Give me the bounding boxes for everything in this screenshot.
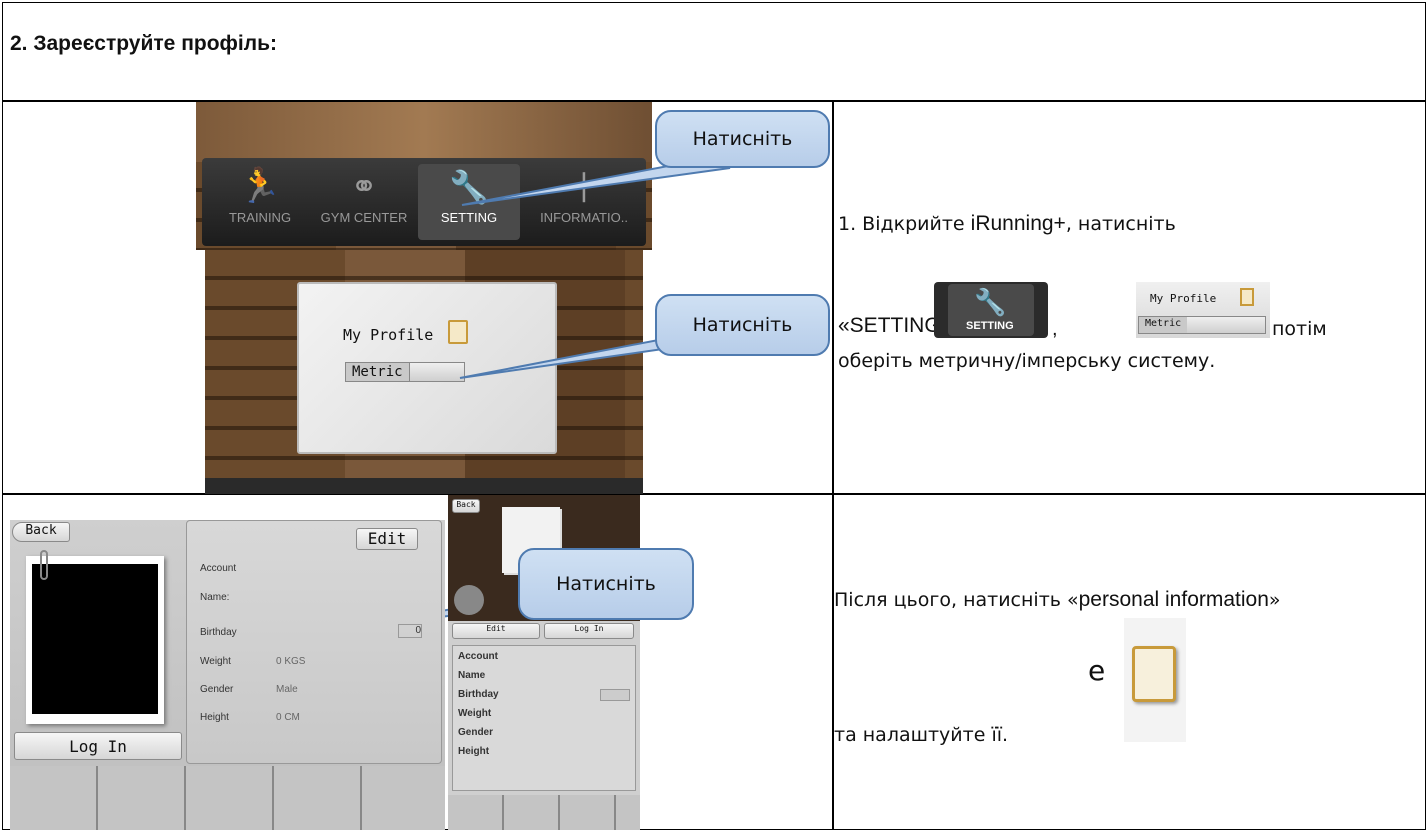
back-button[interactable]: Back: [12, 522, 70, 542]
then-word: потім: [1272, 318, 1327, 340]
personal-info-icon: [1124, 618, 1186, 742]
small-login-button[interactable]: Log In: [544, 623, 634, 639]
callout-tap-setting: Натисніть: [655, 110, 830, 168]
birthday-field[interactable]: [600, 689, 630, 701]
profile-panel: [186, 520, 442, 764]
small-screenshot: Back Edit Log In Account Name Birthday W…: [448, 495, 640, 830]
small-edit-button[interactable]: Edit: [452, 623, 540, 639]
comma: ,: [1052, 318, 1058, 340]
step1-line1: 1. Відкрийте iRunning+, натисніть: [838, 212, 1176, 235]
callout-tap-profile: Натисніть: [655, 294, 830, 356]
photo-frame[interactable]: [26, 556, 164, 724]
login-button[interactable]: Log In: [14, 732, 182, 760]
avatar: [454, 585, 484, 615]
small-back-button[interactable]: Back: [452, 499, 480, 513]
photo-placeholder: [32, 564, 158, 714]
step2-line1: Після цього, натисніть «personal informa…: [834, 588, 1281, 611]
notepad-icon: [1240, 288, 1254, 306]
profile-screenshot: Back Log In Edit Account Name: Birthday …: [10, 520, 445, 830]
profile-thumbnail: My Profile Metric: [1136, 282, 1270, 338]
setting-thumbnail: 🔧 SETTING: [934, 282, 1048, 338]
notepad-icon: [1132, 646, 1176, 702]
letter-e: е: [1088, 654, 1106, 687]
callout-tap-birthday: Натисніть: [518, 548, 694, 620]
step1-line2: оберіть метричну/імперську систему.: [838, 350, 1216, 372]
edit-button[interactable]: Edit: [356, 528, 418, 550]
wrench-icon: 🔧: [974, 288, 1007, 318]
paperclip-icon: [40, 550, 48, 580]
step2-line2: та налаштуйте її.: [834, 724, 1009, 746]
bottom-tiles: [10, 766, 445, 830]
